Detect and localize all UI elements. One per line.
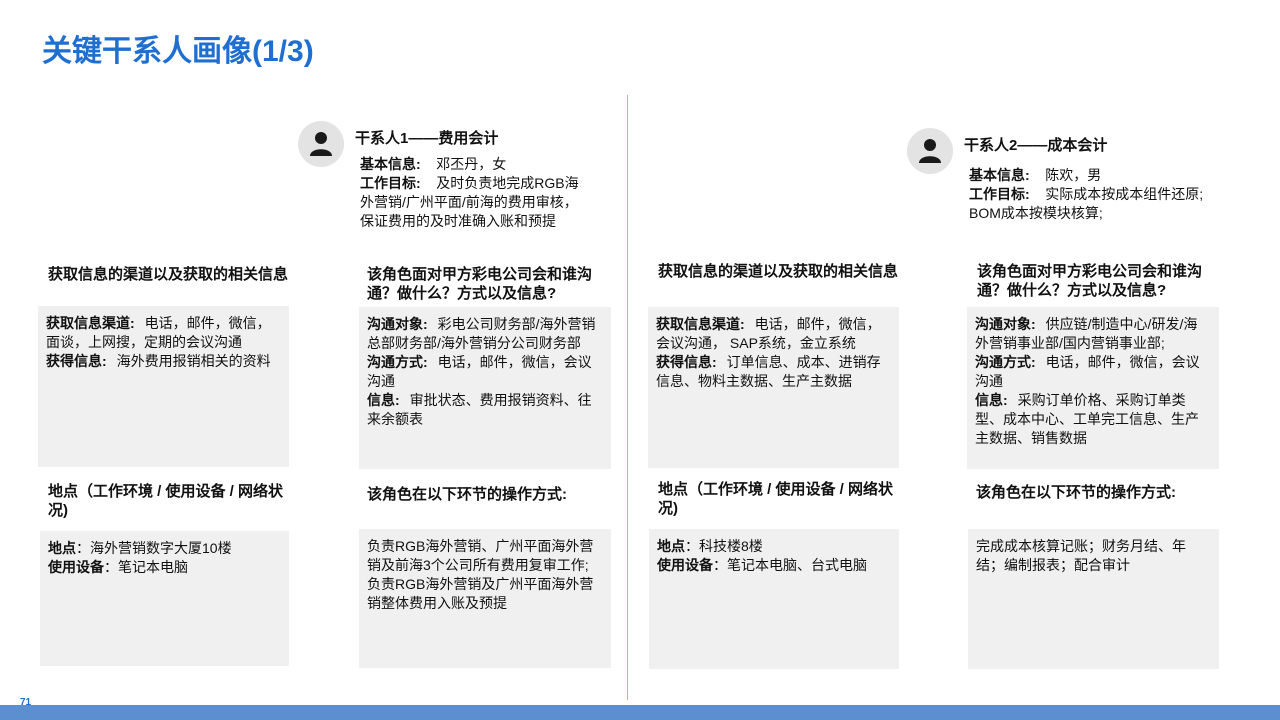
user-icon	[919, 139, 941, 163]
channel-label: 获取信息渠道:	[656, 316, 745, 332]
basic-info-label: 基本信息:	[969, 167, 1030, 183]
info-label: 获得信息:	[46, 353, 107, 369]
method-label: 沟通方式:	[975, 354, 1036, 370]
info-label: 获得信息:	[656, 354, 717, 370]
person-2-name: 干系人2——成本会计	[964, 137, 1108, 154]
operations-title: 该角色在以下环节的操作方式:	[976, 484, 1176, 501]
channel-label: 获取信息渠道:	[46, 315, 135, 331]
goal-label: 工作目标:	[969, 186, 1030, 202]
person-1-info: 基本信息: 邓丕丹，女 工作目标: 及时负责地完成RGB海外营销/广州平面/前海…	[360, 155, 590, 231]
target-label: 沟通对象:	[367, 316, 428, 332]
device-label: 使用设备	[657, 557, 713, 573]
communication-box: 沟通对象: 彩电公司财务部/海外营销总部财务部/海外营销分公司财务部 沟通方式: 电…	[359, 307, 611, 469]
location-title: 地点（工作环境 / 使用设备 / 网络状况)	[48, 483, 284, 519]
person-2-info: 基本信息: 陈欢，男 工作目标: 实际成本按成本组件还原; BOM成本按模块核算…	[969, 166, 1209, 223]
channel-box: 获取信息渠道: 电话，邮件，微信，面谈，上网搜，定期的会议沟通 获得信息: 海外费用…	[38, 306, 289, 467]
operations-box: 负责RGB海外营销、广州平面海外营销及前海3个公司所有费用复审工作; 负责RGB…	[359, 529, 611, 668]
location-value: ：海外营销数字大厦10楼	[76, 540, 232, 556]
message-label: 信息:	[975, 392, 1008, 408]
operations-box: 完成成本核算记账；财务月结、年结；编制报表；配合审计	[968, 529, 1219, 669]
basic-info-value: 邓丕丹，女	[436, 156, 507, 172]
goal-label: 工作目标:	[360, 175, 421, 191]
page-title: 关键干系人画像(1/3)	[42, 35, 314, 68]
location-label: 地点	[657, 538, 685, 554]
location-box: 地点：科技楼8楼 使用设备：笔记本电脑、台式电脑	[649, 529, 899, 669]
message-value: 采购订单价格、采购订单类型、成本中心、工单完工信息、生产主数据、销售数据	[975, 392, 1199, 446]
footer-bar	[0, 705, 1280, 720]
center-divider	[627, 95, 628, 700]
location-value: ：科技楼8楼	[685, 538, 763, 554]
communication-title: 该角色面对甲方彩电公司会和谁沟通？做什么？方式以及信息?	[367, 266, 593, 302]
device-value: ：笔记本电脑	[104, 559, 188, 575]
info-value: 海外费用报销相关的资料	[116, 353, 271, 369]
page-number: 71	[20, 697, 32, 708]
channel-title: 获取信息的渠道以及获取的相关信息	[48, 266, 289, 283]
target-label: 沟通对象:	[975, 316, 1036, 332]
method-label: 沟通方式:	[367, 354, 428, 370]
channel-box: 获取信息渠道: 电话，邮件，微信，会议沟通， SAP系统，金立系统 获得信息: 订单…	[648, 307, 899, 468]
location-label: 地点	[48, 540, 76, 556]
message-value: 审批状态、费用报销资料、往来余额表	[367, 392, 592, 427]
location-title: 地点（工作环境 / 使用设备 / 网络状况)	[658, 481, 894, 517]
communication-title: 该角色面对甲方彩电公司会和谁沟通？做什么？方式以及信息?	[977, 263, 1203, 299]
device-label: 使用设备	[48, 559, 104, 575]
avatar	[907, 128, 953, 174]
channel-title: 获取信息的渠道以及获取的相关信息	[658, 263, 899, 280]
basic-info-value: 陈欢，男	[1045, 167, 1102, 183]
operations-title: 该角色在以下环节的操作方式:	[367, 486, 567, 503]
user-icon	[310, 132, 332, 156]
basic-info-label: 基本信息:	[360, 156, 421, 172]
message-label: 信息:	[367, 392, 400, 408]
device-value: ：笔记本电脑、台式电脑	[713, 557, 867, 573]
person-1-name: 干系人1——费用会计	[355, 130, 499, 147]
communication-box: 沟通对象: 供应链/制造中心/研发/海外营销事业部/国内营销事业部; 沟通方式: 电…	[967, 307, 1219, 469]
location-box: 地点：海外营销数字大厦10楼 使用设备：笔记本电脑	[40, 531, 289, 666]
avatar	[298, 121, 344, 167]
